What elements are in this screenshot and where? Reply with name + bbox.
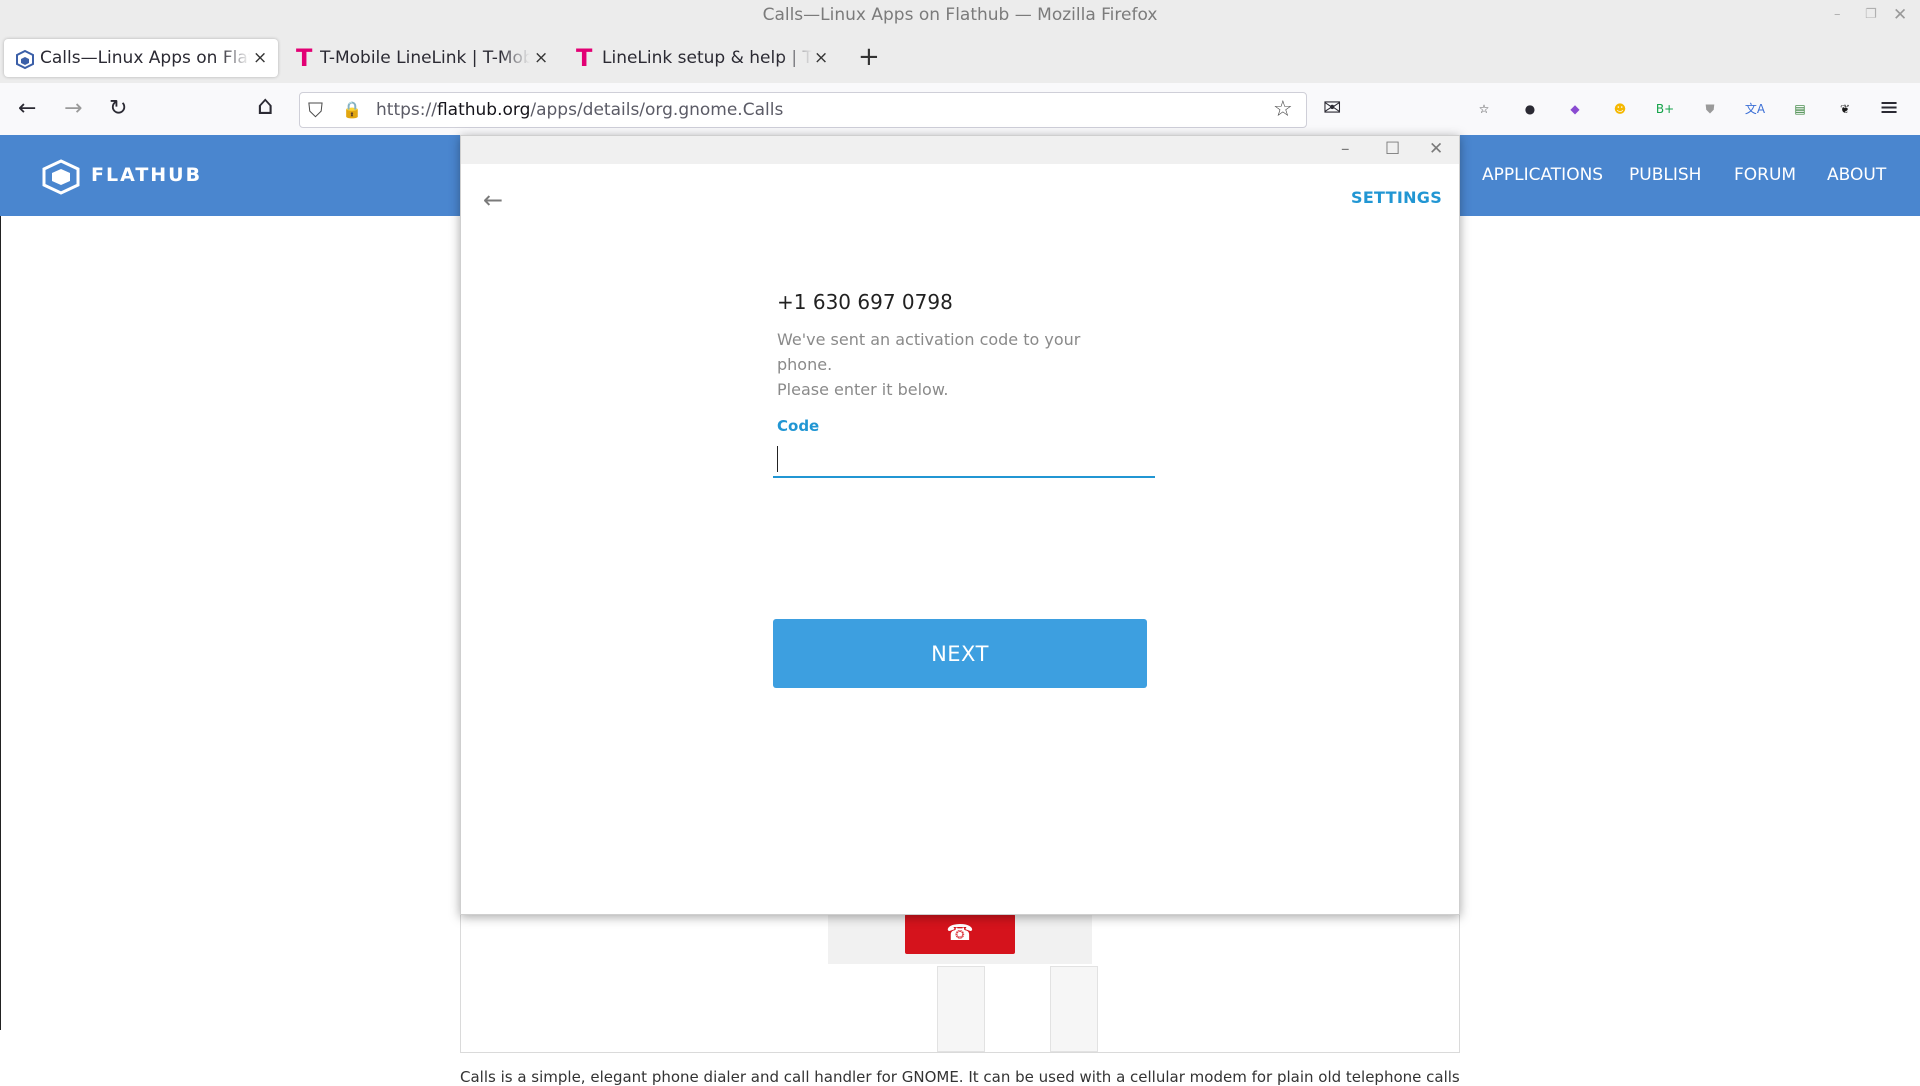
settings-link[interactable]: SETTINGS bbox=[1351, 188, 1442, 207]
lock-icon[interactable]: 🔒 bbox=[342, 98, 362, 122]
text-cursor bbox=[777, 446, 778, 472]
window-title: Calls—Linux Apps on Flathub — Mozilla Fi… bbox=[762, 5, 1158, 25]
window-restore-button[interactable]: ❐ bbox=[1865, 0, 1877, 30]
url-text[interactable]: https://flathub.org/apps/details/org.gno… bbox=[376, 93, 783, 127]
window-minimize-button[interactable]: – bbox=[1834, 0, 1841, 30]
window-titlebar: Calls—Linux Apps on Flathub — Mozilla Fi… bbox=[0, 0, 1920, 33]
code-input[interactable] bbox=[773, 440, 1155, 478]
tmobile-icon: T bbox=[576, 44, 593, 72]
reload-icon[interactable]: ↻ bbox=[109, 97, 127, 121]
emoji-extension-icon[interactable]: ☻ bbox=[1609, 98, 1631, 120]
page-border bbox=[0, 216, 1, 1030]
new-tab-button[interactable]: + bbox=[858, 38, 880, 76]
gnome-extension-icon[interactable]: ❦ bbox=[1834, 98, 1856, 120]
grammar-extension-icon[interactable]: B+ bbox=[1654, 98, 1676, 120]
activation-message: We've sent an activation code to your ph… bbox=[777, 327, 1137, 402]
tab-calls-flathub[interactable]: Calls—Linux Apps on Flathub × bbox=[4, 39, 278, 77]
tab-close-icon[interactable]: × bbox=[814, 39, 828, 77]
tab-close-icon[interactable]: × bbox=[253, 39, 267, 77]
phone-number: +1 630 697 0798 bbox=[777, 290, 953, 314]
code-field-label: Code bbox=[777, 417, 820, 435]
screenshot-thumbnail[interactable] bbox=[1050, 966, 1098, 1052]
nav-applications[interactable]: APPLICATIONS bbox=[1482, 165, 1603, 185]
next-button[interactable]: NEXT bbox=[773, 619, 1147, 688]
tab-close-icon[interactable]: × bbox=[534, 39, 548, 77]
forward-icon[interactable]: → bbox=[64, 97, 82, 121]
navigation-toolbar: ← → ↻ ⌂ ⛉ 🔒 https://flathub.org/apps/det… bbox=[0, 83, 1920, 136]
back-arrow-icon[interactable]: ← bbox=[483, 186, 503, 214]
tab-bar: Calls—Linux Apps on Flathub × T T-Mobile… bbox=[0, 33, 1920, 83]
url-bar[interactable]: ⛉ 🔒 https://flathub.org/apps/details/org… bbox=[299, 92, 1307, 128]
dialog-titlebar: – ☐ ✕ bbox=[461, 136, 1459, 164]
tab-title: T-Mobile LineLink | T-Mobile bbox=[320, 39, 530, 77]
tracking-shield-icon[interactable]: ⛉ bbox=[308, 98, 323, 122]
printer-extension-icon[interactable]: ▤ bbox=[1789, 98, 1811, 120]
tab-tmobile-linelink[interactable]: T T-Mobile LineLink | T-Mobile × bbox=[288, 39, 558, 77]
activation-message-line: Please enter it below. bbox=[777, 380, 949, 399]
tmobile-icon: T bbox=[296, 44, 313, 72]
tab-title: LineLink setup & help | T-Mobile bbox=[602, 39, 812, 77]
collections-icon[interactable]: ☆ bbox=[1473, 98, 1495, 120]
activation-dialog-window: – ☐ ✕ ← SETTINGS +1 630 697 0798 We've s… bbox=[460, 135, 1460, 915]
dialog-minimize-button[interactable]: – bbox=[1341, 138, 1350, 160]
dialog-close-button[interactable]: ✕ bbox=[1429, 138, 1443, 160]
back-icon[interactable]: ← bbox=[18, 97, 36, 121]
flathub-logo-icon[interactable] bbox=[40, 159, 82, 195]
nav-publish[interactable]: PUBLISH bbox=[1629, 165, 1701, 185]
flathub-icon bbox=[14, 39, 36, 77]
screenshot-thumbnail[interactable] bbox=[937, 966, 985, 1052]
translate-extension-icon[interactable]: 文A bbox=[1744, 98, 1766, 120]
app-description: Calls is a simple, elegant phone dialer … bbox=[460, 1068, 1460, 1086]
flathub-brand[interactable]: FLATHUB bbox=[91, 164, 202, 186]
activation-message-line: We've sent an activation code to your ph… bbox=[777, 330, 1081, 374]
nav-about[interactable]: ABOUT bbox=[1827, 165, 1886, 185]
dialog-maximize-button[interactable]: ☐ bbox=[1385, 138, 1400, 160]
shield-extension-icon[interactable]: ⛊ bbox=[1699, 98, 1721, 120]
tab-title: Calls—Linux Apps on Flathub bbox=[40, 39, 250, 77]
cube-extension-icon[interactable]: ◆ bbox=[1564, 98, 1586, 120]
bookmark-star-icon[interactable]: ☆ bbox=[1273, 98, 1293, 122]
dark-reader-icon[interactable]: ● bbox=[1519, 98, 1541, 120]
home-icon[interactable]: ⌂ bbox=[257, 93, 274, 119]
menu-icon[interactable]: ≡ bbox=[1879, 95, 1899, 119]
tab-linelink-setup[interactable]: T LineLink setup & help | T-Mobile × bbox=[568, 39, 838, 77]
mail-icon[interactable]: ✉ bbox=[1323, 97, 1341, 121]
hangup-button-icon: ☎ bbox=[905, 914, 1015, 954]
window-close-button[interactable]: ✕ bbox=[1893, 0, 1907, 30]
nav-forum[interactable]: FORUM bbox=[1734, 165, 1796, 185]
